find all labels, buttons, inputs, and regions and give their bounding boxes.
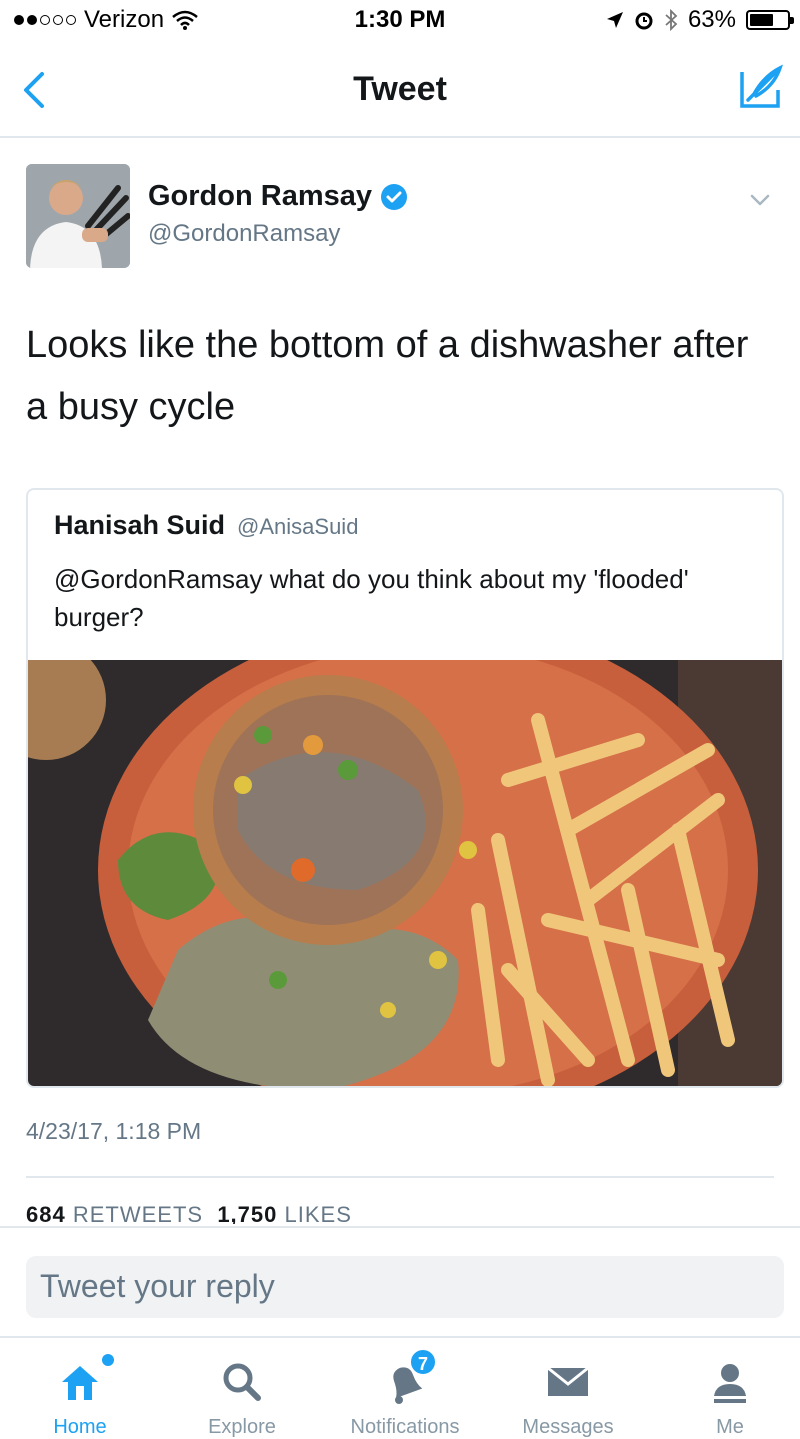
battery-icon (746, 10, 794, 30)
tab-label-messages: Messages (522, 1416, 614, 1438)
nav-bar: Tweet (0, 42, 800, 138)
status-bar: Verizon 1:30 PM 63% (0, 0, 800, 42)
tab-bar: Home Explore 7 Notifications Messages Me (0, 1336, 800, 1439)
reply-area: Tweet your reply (0, 1226, 800, 1336)
tweet-timestamp: 4/23/17, 1:18 PM (26, 1118, 202, 1144)
tab-me[interactable]: Me (690, 1338, 770, 1439)
retweet-count: 684 (26, 1202, 66, 1224)
reply-input[interactable]: Tweet your reply (26, 1256, 784, 1318)
tab-label-home: Home (53, 1416, 107, 1438)
tab-notifications[interactable]: 7 Notifications (334, 1338, 476, 1439)
chevron-down-icon[interactable] (746, 186, 774, 214)
engagement-counts[interactable]: 684 RETWEETS 1,750 LIKES (26, 1202, 352, 1224)
tab-label-notifications: Notifications (350, 1416, 460, 1438)
like-count: 1,750 (217, 1202, 278, 1224)
divider (26, 1176, 774, 1178)
alarm-icon (635, 12, 653, 30)
bell-icon: 7 (377, 1348, 437, 1410)
page-title: Tweet (353, 70, 447, 108)
envelope-icon (540, 1354, 596, 1410)
search-icon (214, 1354, 270, 1410)
tab-messages[interactable]: Messages (508, 1338, 628, 1439)
quoted-author-row: Hanisah Suid @AnisaSuid (54, 510, 358, 541)
compose-feather-icon[interactable] (734, 64, 786, 114)
verified-badge-icon (381, 183, 407, 210)
battery-percent: 63% (687, 6, 736, 33)
author-name[interactable]: Gordon Ramsay (148, 180, 372, 213)
avatar-photo (26, 164, 130, 268)
avatar[interactable] (26, 164, 130, 268)
status-right: 63% (606, 6, 794, 34)
person-icon (702, 1354, 758, 1410)
tab-explore[interactable]: Explore (194, 1338, 290, 1439)
location-arrow-icon (606, 12, 623, 28)
quoted-tweet-text: @GordonRamsay what do you think about my… (54, 564, 689, 632)
quoted-author-handle: @AnisaSuid (237, 514, 359, 539)
tab-home[interactable]: Home (40, 1338, 120, 1439)
author-row: Gordon Ramsay (148, 180, 408, 213)
notifications-badge: 7 (409, 1348, 437, 1376)
quoted-tweet-photo[interactable] (28, 660, 784, 1088)
like-label: LIKES (284, 1202, 352, 1224)
quoted-tweet-card[interactable]: Hanisah Suid @AnisaSuid @GordonRamsay wh… (26, 488, 784, 1088)
home-unread-dot (102, 1354, 114, 1366)
quoted-author-name: Hanisah Suid (54, 510, 226, 540)
tab-label-explore: Explore (208, 1416, 276, 1438)
tweet-text: Looks like the bottom of a dishwasher af… (26, 324, 749, 428)
home-icon (52, 1354, 114, 1410)
author-handle[interactable]: @GordonRamsay (148, 220, 340, 248)
battery-level (750, 14, 773, 26)
bluetooth-icon (665, 9, 678, 31)
retweet-label: RETWEETS (72, 1202, 204, 1224)
tab-label-me: Me (716, 1416, 744, 1438)
